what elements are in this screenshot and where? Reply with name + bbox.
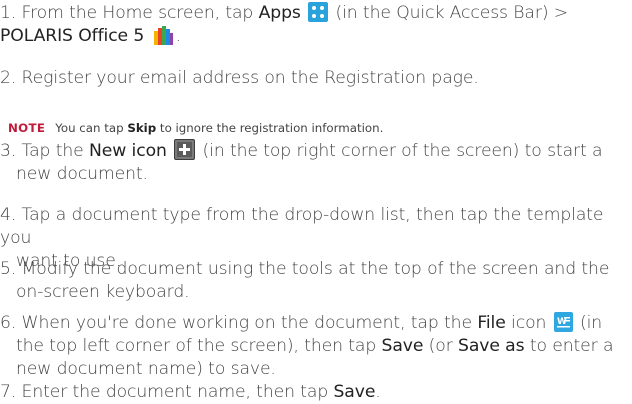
save-label: Save [381,335,424,356]
step-7: 7. Enter the document name, then tap Sav… [0,381,628,404]
step-3-text: 3. Tap the [0,141,89,161]
file-label: File [477,313,506,333]
step-3: 3. Tap the New icon (in the top right co… [0,139,628,186]
note-text-2: to ignore the registration information. [156,121,384,135]
step-6-text-4: (or [423,335,459,356]
step-6-text: 6. When you're done working on the docum… [0,313,478,333]
apps-label: Apps [258,3,301,23]
step-2-text: 2. Register your email address on the Re… [0,68,479,88]
note-skip: Skip [127,121,157,135]
step-7-text: 7. Enter the document name, then tap [0,382,334,402]
step-6-text-2: (in [574,313,603,333]
step-1: 1. From the Home screen, tap Apps (in th… [0,2,628,48]
new-document-icon [174,139,196,160]
step-6: 6. When you're done working on the docum… [0,312,628,380]
note: NOTE You can tap Skip to ignore the regis… [8,120,608,136]
step-5-text-2: on-screen keyboard. [16,281,190,302]
step-3-text-3: new document. [16,163,148,184]
step-6-icon-word: icon [505,313,552,333]
step-6-text-6: new document name) to save. [16,358,276,379]
save-as-label: Save as [458,335,525,356]
step-4-text: 4. Tap a document type from the drop-dow… [0,205,604,248]
step-3-text-2: (in the top right corner of the screen) … [197,141,603,161]
file-icon: W [553,312,573,332]
step-6-text-3: the top left corner of the screen), then… [16,335,382,356]
step-5: 5. Modify the document using the tools a… [0,258,628,304]
note-text: You can tap [55,121,128,135]
step-1-text: 1. From the Home screen, tap [0,3,259,23]
polaris-office-label: POLARIS Office 5 [0,25,145,46]
step-2: 2. Register your email address on the Re… [0,67,628,90]
save-label-2: Save [333,382,376,402]
step-6-text-5: to enter a [524,335,614,356]
new-icon-label: New icon [89,141,167,161]
step-7-period: . [375,382,381,402]
polaris-office-icon [151,24,174,45]
step-1-text-2: (in the Quick Access Bar) > [330,3,569,23]
step-5-text: 5. Modify the document using the tools a… [0,259,610,279]
apps-grid-icon [308,2,329,22]
step-1-period: . [175,25,181,46]
note-tag: NOTE [8,121,46,135]
